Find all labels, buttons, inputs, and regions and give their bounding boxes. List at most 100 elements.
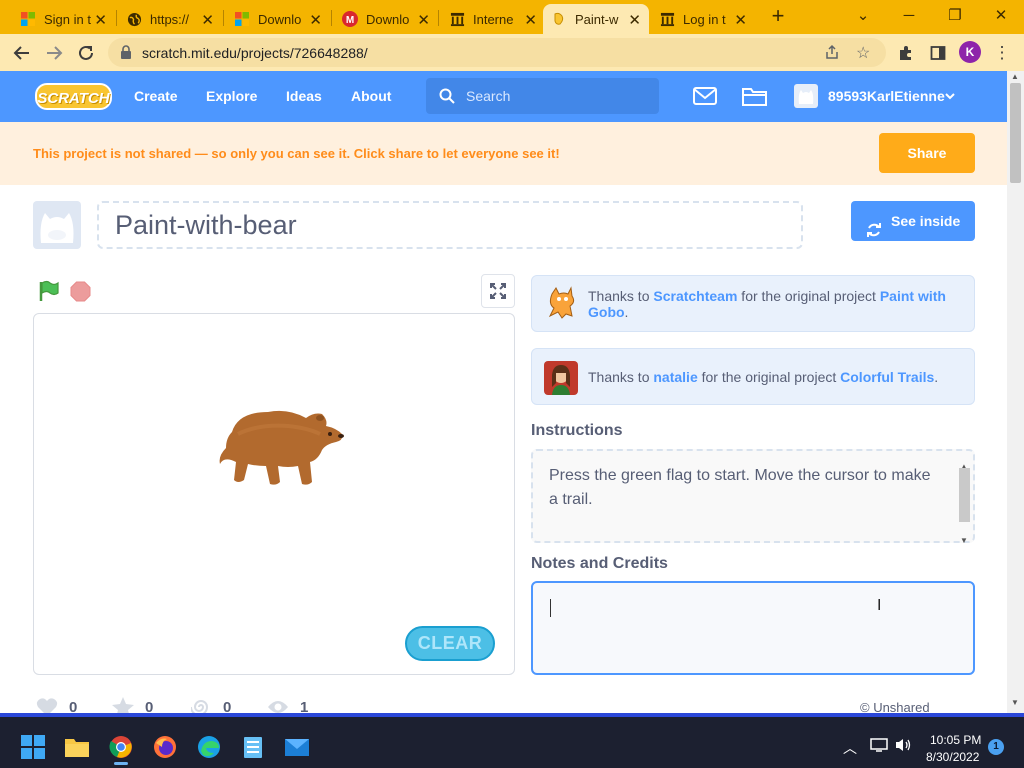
side-panel-icon[interactable] <box>926 41 950 65</box>
my-stuff-folder-icon[interactable] <box>742 85 767 112</box>
tab-divider <box>331 10 332 26</box>
close-icon[interactable]: ✕ <box>417 11 430 29</box>
clock-date[interactable]: 8/30/2022 <box>926 750 979 764</box>
tab-title: Paint-w <box>575 11 619 27</box>
windows-taskbar: ︿ 10:05 PM 8/30/2022 1 <box>0 713 1024 768</box>
fullscreen-button[interactable] <box>481 274 515 308</box>
scratch-cat-avatar[interactable] <box>544 286 578 320</box>
browser-tab[interactable]: Downlo ✕ <box>226 4 330 34</box>
reload-icon[interactable] <box>74 41 98 65</box>
close-icon[interactable]: ✕ <box>94 11 107 29</box>
browser-tab[interactable]: Log in t ✕ <box>651 4 755 34</box>
edge-icon[interactable] <box>196 734 222 760</box>
close-icon[interactable]: ✕ <box>309 11 322 29</box>
share-button[interactable]: Share <box>879 133 975 173</box>
mail-icon[interactable] <box>284 734 310 760</box>
browser-menu-icon[interactable]: ⋮ <box>990 41 1014 65</box>
close-icon[interactable]: ✕ <box>201 11 214 29</box>
remix-credit-card: Thanks to Scratchteam for the original p… <box>531 275 975 332</box>
minimize-button[interactable]: ─ <box>894 4 924 28</box>
nav-about[interactable]: About <box>351 88 391 104</box>
messages-envelope-icon[interactable] <box>693 86 717 111</box>
active-app-indicator <box>114 762 128 765</box>
notes-textarea[interactable]: I <box>531 581 975 675</box>
chrome-icon[interactable] <box>108 734 134 760</box>
forward-arrow-icon[interactable] <box>42 41 66 65</box>
chevron-down-icon[interactable] <box>944 89 956 107</box>
project-title-input[interactable]: Paint-with-bear <box>97 201 803 249</box>
clear-button[interactable]: CLEAR <box>405 626 495 661</box>
new-tab-button[interactable]: + <box>763 4 793 28</box>
notification-badge[interactable]: 1 <box>988 739 1004 755</box>
credit-user-link[interactable]: Scratchteam <box>653 288 737 304</box>
window-close-button[interactable]: ✕ <box>986 4 1016 28</box>
address-bar[interactable]: scratch.mit.edu/projects/726648288/ ☆ <box>108 38 886 67</box>
project-author-avatar[interactable] <box>33 201 81 249</box>
browser-tab[interactable]: Interne ✕ <box>441 4 545 34</box>
back-arrow-icon[interactable] <box>10 41 34 65</box>
browser-tab-strip: Sign in t ✕ https:// ✕ Downlo ✕ M Downlo… <box>0 0 1024 34</box>
scroll-up-arrow-icon[interactable]: ▲ <box>1011 72 1019 81</box>
see-inside-label: See inside <box>891 213 961 229</box>
natalie-avatar[interactable] <box>544 361 578 395</box>
close-icon[interactable]: ✕ <box>524 11 537 29</box>
close-icon[interactable]: ✕ <box>628 11 641 29</box>
credit-user-link[interactable]: natalie <box>653 369 697 385</box>
lock-icon[interactable] <box>120 45 132 64</box>
instructions-textarea[interactable]: Press the green flag to start. Move the … <box>531 449 975 545</box>
tab-divider <box>116 10 117 26</box>
bookmark-star-icon[interactable]: ☆ <box>856 43 870 63</box>
clock-time[interactable]: 10:05 PM <box>930 733 981 747</box>
tab-title: Downlo <box>258 11 302 27</box>
browser-tab[interactable]: https:// ✕ <box>118 4 222 34</box>
close-icon[interactable]: ✕ <box>734 11 747 29</box>
windows-start-icon[interactable] <box>20 734 46 760</box>
project-stage[interactable]: CLEAR <box>33 313 515 675</box>
browser-tab[interactable]: M Downlo ✕ <box>334 4 438 34</box>
firefox-icon[interactable] <box>152 734 178 760</box>
instructions-heading: Instructions <box>531 422 623 439</box>
tab-divider <box>223 10 224 26</box>
chevron-up-icon[interactable]: ︿ <box>843 738 857 758</box>
browser-toolbar: scratch.mit.edu/projects/726648288/ ☆ ⋮ <box>0 34 1024 71</box>
tab-title: Log in t <box>683 11 726 27</box>
instructions-scrollbar[interactable]: ▲ ▼ <box>958 455 971 545</box>
archive-icon <box>659 11 675 27</box>
mega-icon: M <box>342 11 358 27</box>
file-explorer-icon[interactable] <box>64 734 90 760</box>
bear-sprite[interactable] <box>218 404 346 490</box>
user-avatar[interactable] <box>794 84 818 108</box>
nav-ideas[interactable]: Ideas <box>286 88 322 104</box>
restore-button[interactable]: ❐ <box>940 4 970 28</box>
credit-text: Thanks to Scratchteam for the original p… <box>588 288 960 320</box>
username-label[interactable]: 89593KarlEtienne <box>828 88 945 104</box>
credit-middle: for the original project <box>697 369 841 385</box>
scroll-down-arrow-icon[interactable]: ▼ <box>960 529 968 553</box>
see-inside-button[interactable]: See inside <box>851 201 975 241</box>
page-scrollbar[interactable]: ▲ ▼ <box>1007 71 1024 713</box>
browser-tab[interactable]: Sign in t ✕ <box>12 4 115 34</box>
scroll-down-arrow-icon[interactable]: ▼ <box>1011 698 1019 707</box>
tab-title: https:// <box>150 11 190 27</box>
page-scroll-thumb[interactable] <box>1010 83 1021 183</box>
extensions-puzzle-icon[interactable] <box>894 41 918 65</box>
scratch-navbar: SCRATCH Create Explore Ideas About Searc… <box>0 71 1007 122</box>
nav-explore[interactable]: Explore <box>206 88 257 104</box>
browser-tab-active[interactable]: Paint-w ✕ <box>543 4 649 34</box>
speaker-icon[interactable] <box>894 737 912 758</box>
credit-project-link[interactable]: Colorful Trails <box>840 369 934 385</box>
credit-text: Thanks to natalie for the original proje… <box>588 369 960 385</box>
tab-search-chevron-icon[interactable]: ⌄ <box>848 4 878 28</box>
profile-avatar[interactable]: K <box>959 41 981 63</box>
url-text: scratch.mit.edu/projects/726648288/ <box>142 45 368 61</box>
network-icon[interactable] <box>870 737 888 758</box>
stop-sign-icon[interactable] <box>70 281 91 302</box>
nav-create[interactable]: Create <box>134 88 178 104</box>
search-input[interactable]: Search <box>426 78 659 114</box>
notepad-icon[interactable] <box>240 734 266 760</box>
scratch-icon <box>551 11 567 27</box>
instructions-scroll-thumb[interactable] <box>959 468 970 522</box>
scratch-logo[interactable]: SCRATCH <box>35 83 112 110</box>
green-flag-icon[interactable] <box>38 280 60 302</box>
share-page-icon[interactable] <box>824 44 840 65</box>
